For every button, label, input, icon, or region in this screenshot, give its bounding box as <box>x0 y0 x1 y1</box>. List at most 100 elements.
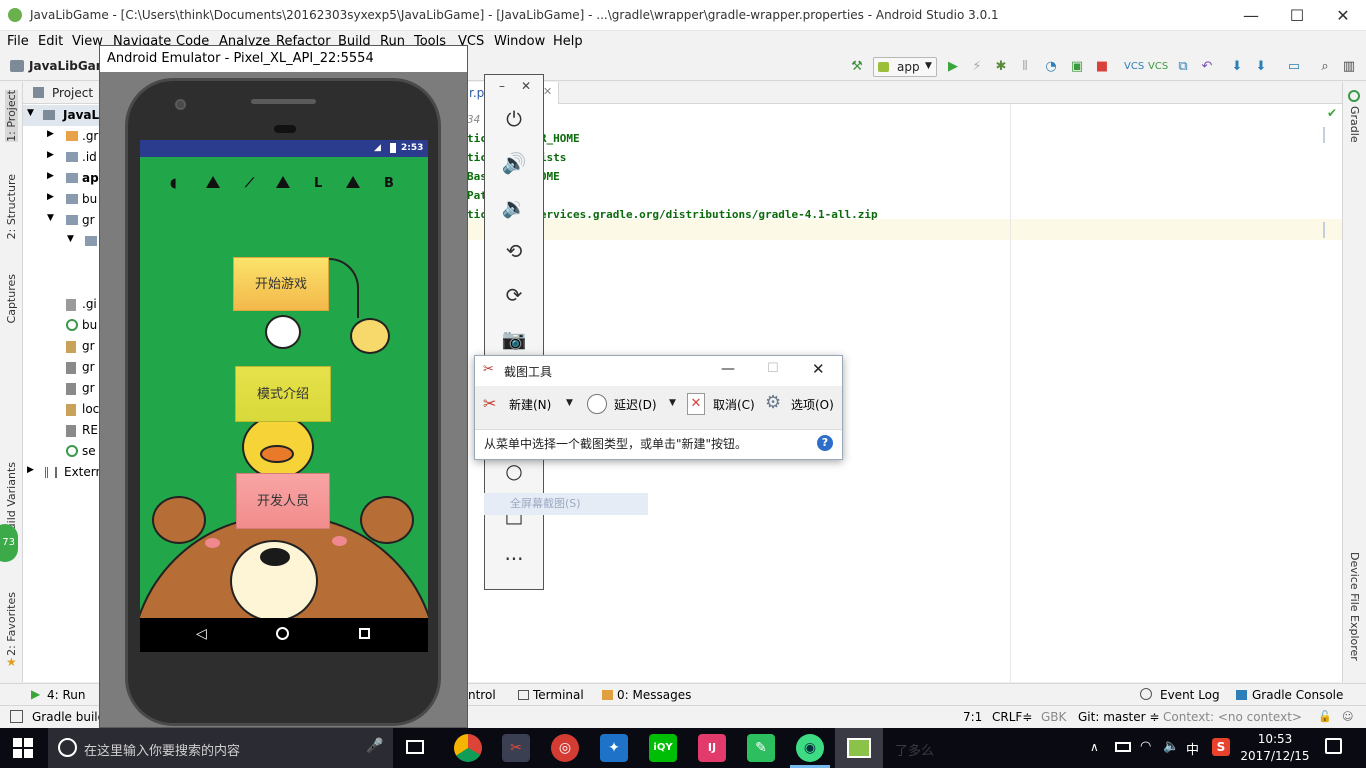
toolbar-extra-icon[interactable]: ▥ <box>1340 58 1358 76</box>
new-snip-dropdown-icon[interactable]: ▼ <box>566 398 573 408</box>
close-button[interactable]: ✕ <box>1320 0 1366 31</box>
power-icon[interactable]: ⏻ <box>485 97 543 141</box>
editor-scrollbar[interactable] <box>1323 127 1325 143</box>
delay-button[interactable]: 延迟(D) <box>614 396 657 413</box>
debug-icon[interactable]: ✱ <box>992 58 1010 76</box>
snip-close-button[interactable]: ✕ <box>812 360 825 378</box>
back-icon[interactable]: ◁ <box>196 626 207 642</box>
system-clock[interactable]: 10:53 2017/12/15 <box>1240 731 1310 765</box>
file-explorer-icon[interactable]: ✦ <box>600 734 628 762</box>
active-taskbar-app[interactable] <box>835 728 883 768</box>
netease-music-icon[interactable]: ◎ <box>551 734 579 762</box>
snip-minimize-button[interactable]: — <box>721 361 735 377</box>
task-view-icon[interactable] <box>406 740 424 754</box>
new-snip-button[interactable]: 新建(N) <box>509 396 551 413</box>
tree-row-local-properties[interactable]: loc <box>23 399 103 420</box>
sdk-manager-icon[interactable]: ⬇ <box>1228 58 1246 76</box>
mode-intro-button[interactable]: 模式介绍 <box>235 366 331 422</box>
structure-tool-tab[interactable]: 2: Structure <box>5 174 18 239</box>
search-icon[interactable]: ⌕ <box>1316 58 1334 76</box>
volume-up-icon[interactable]: 🔊 <box>485 141 543 185</box>
ime-indicator[interactable]: 中 <box>1186 739 1199 758</box>
project-structure-icon[interactable]: ▭ <box>1285 58 1303 76</box>
emulator-title[interactable]: Android Emulator - Pixel_XL_API_22:5554 <box>100 46 467 72</box>
tree-row-app[interactable]: ▶ ap <box>23 168 103 189</box>
vcs-update-icon[interactable]: VCS <box>1124 58 1144 76</box>
apply-changes-icon[interactable]: ⚡ <box>968 58 986 76</box>
revert-icon[interactable]: ↶ <box>1198 58 1216 76</box>
minimize-button[interactable]: — <box>1228 0 1274 31</box>
home-icon[interactable] <box>276 627 289 640</box>
file-encoding[interactable]: GBK <box>1041 710 1066 724</box>
volume-down-icon[interactable]: 🔉 <box>485 185 543 229</box>
project-panel-title[interactable]: Project <box>52 86 93 100</box>
event-log-tab[interactable]: Event Log <box>1160 688 1220 702</box>
cancel-button[interactable]: 取消(C) <box>713 396 755 413</box>
favorites-tool-tab[interactable]: 2: Favorites <box>5 592 18 656</box>
maximize-button[interactable]: ☐ <box>1274 0 1320 31</box>
lock-icon[interactable]: 🔓 <box>1318 710 1332 723</box>
tree-row-gradlew[interactable]: gr <box>23 357 103 378</box>
device-file-explorer-tab[interactable]: Device File Explorer <box>1348 552 1361 661</box>
tool-window-toggle-icon[interactable] <box>10 710 23 723</box>
fullscreen-capture-menu-item[interactable]: 全屏幕截图(S) <box>484 493 648 515</box>
tree-row-gradle[interactable]: ▼ gr <box>23 210 103 231</box>
stop-icon[interactable]: ■ <box>1093 58 1111 76</box>
panel-close-button[interactable]: ✕ <box>521 79 531 93</box>
help-icon[interactable]: ? <box>817 435 833 451</box>
evernote-icon[interactable]: ✎ <box>747 734 775 762</box>
run-tab[interactable]: 4: Run <box>47 688 86 702</box>
taskbar-search[interactable]: 在这里输入你要搜索的内容 🎤 <box>48 728 393 768</box>
android-studio-taskbar-icon[interactable]: ◉ <box>796 734 824 762</box>
avd-manager-icon[interactable]: ⬇ <box>1252 58 1270 76</box>
profile-icon[interactable]: ◔ <box>1042 58 1060 76</box>
tree-row-gitignore[interactable]: .gi <box>23 294 103 315</box>
options-button[interactable]: 选项(O) <box>791 396 834 413</box>
more-icon[interactable]: ··· <box>485 537 543 581</box>
windows-start-icon[interactable] <box>13 738 33 758</box>
run-config-select[interactable]: app ▼ <box>873 57 937 77</box>
tree-row-gradle-hidden[interactable]: ▶ .gr <box>23 126 103 147</box>
tree-row-wrapper[interactable]: ▼ <box>23 231 103 252</box>
notification-icon[interactable] <box>1325 738 1342 754</box>
snipping-app-icon[interactable]: ✂ <box>502 734 530 762</box>
recents-icon[interactable] <box>359 628 370 639</box>
battery-tray-icon[interactable] <box>1115 742 1131 752</box>
iqiyi-icon[interactable]: iQY <box>649 734 677 762</box>
caret-position[interactable]: 7:1 <box>963 710 982 724</box>
hammer-icon[interactable]: ⚒ <box>848 58 866 76</box>
tree-row-settings-gradle[interactable]: se <box>23 441 103 462</box>
tree-row-gradlew-bat[interactable]: gr <box>23 378 103 399</box>
memory-badge[interactable]: 73 <box>0 524 18 562</box>
gradle-tool-tab[interactable]: Gradle <box>1348 106 1361 143</box>
line-separator[interactable]: CRLF≑ <box>992 710 1032 724</box>
rotate-right-icon[interactable]: ⟳ <box>485 273 543 317</box>
app-screen[interactable]: ◢ 2:53 ◖ ⟋ L B 开始游戏 模式介绍 开发人员 <box>140 140 428 652</box>
terminal-tab[interactable]: Terminal <box>533 688 584 702</box>
run-icon[interactable]: ▶ <box>944 58 962 76</box>
logcat-control-tab[interactable]: ntrol <box>468 688 496 702</box>
context-indicator[interactable]: Context: <no context> <box>1163 710 1302 724</box>
chrome-icon[interactable] <box>454 734 482 762</box>
project-tool-tab[interactable]: 1: Project <box>5 90 18 142</box>
tree-row-readme[interactable]: RE <box>23 420 103 441</box>
menu-file[interactable]: File <box>7 34 29 49</box>
inspector-icon[interactable]: ☺ <box>1342 710 1353 723</box>
delay-dropdown-icon[interactable]: ▼ <box>669 398 676 408</box>
tree-row-build-gradle[interactable]: bu <box>23 315 103 336</box>
messages-tab[interactable]: 0: Messages <box>617 688 691 702</box>
microphone-icon[interactable]: 🎤 <box>366 738 383 754</box>
tree-row-root[interactable]: ▼ JavaL <box>23 105 103 126</box>
tree-row-external-libs[interactable]: ▶ Extern <box>23 462 103 483</box>
tree-row-gradle-properties[interactable]: gr <box>23 336 103 357</box>
panel-minimize-button[interactable]: – <box>499 79 505 93</box>
compare-icon[interactable]: ⧉ <box>1174 58 1192 76</box>
editor-tab-close-icon[interactable]: ✕ <box>543 85 552 98</box>
menu-help[interactable]: Help <box>553 34 583 49</box>
git-branch[interactable]: Git: master ≑ <box>1078 710 1159 724</box>
snipping-title-bar[interactable]: ✂ 截图工具 — ☐ ✕ <box>475 356 842 386</box>
start-game-button[interactable]: 开始游戏 <box>233 257 329 311</box>
intellij-icon[interactable]: IJ <box>698 734 726 762</box>
tree-row-idea[interactable]: ▶ .id <box>23 147 103 168</box>
tray-chevron-icon[interactable]: ∧ <box>1090 740 1099 754</box>
